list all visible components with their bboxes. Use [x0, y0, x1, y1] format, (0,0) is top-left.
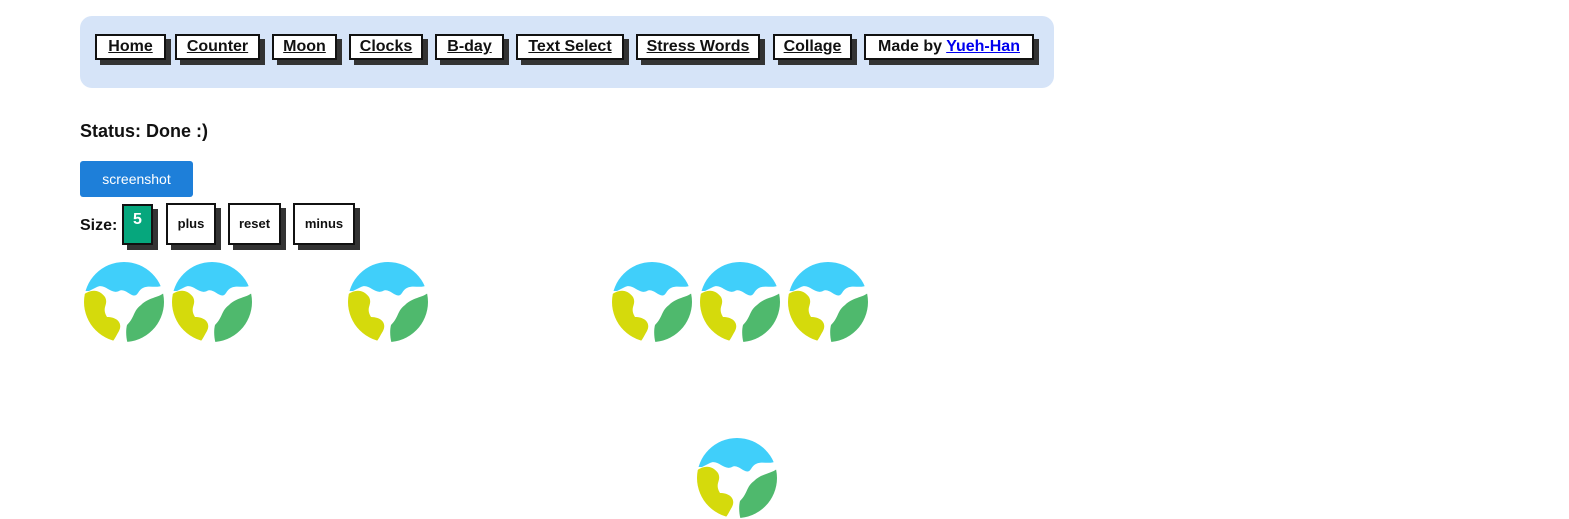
size-label: Size: — [80, 217, 118, 234]
nav-bday-link[interactable]: B-day — [435, 34, 504, 60]
earth-icon — [699, 261, 781, 343]
nav-home-link[interactable]: Home — [95, 34, 166, 60]
minus-button[interactable]: minus — [293, 203, 355, 245]
earth-icon — [83, 261, 165, 343]
made-by-prefix: Made by — [878, 38, 947, 55]
earth-icon — [787, 261, 869, 343]
nav-counter-link[interactable]: Counter — [175, 34, 260, 60]
nav-collage-link[interactable]: Collage — [773, 34, 852, 60]
nav-moon-link[interactable]: Moon — [272, 34, 337, 60]
earth-icon — [611, 261, 693, 343]
author-link[interactable]: Yueh-Han — [946, 38, 1020, 55]
screenshot-button[interactable]: screenshot — [80, 161, 193, 197]
made-by-credit: Made by Yueh-Han — [864, 34, 1034, 60]
nav-clocks-link[interactable]: Clocks — [349, 34, 423, 60]
reset-button[interactable]: reset — [228, 203, 281, 245]
earth-icon — [696, 437, 778, 519]
nav-stress-words-link[interactable]: Stress Words — [636, 34, 760, 60]
status-text: Status: Done :) — [80, 121, 208, 141]
nav-text-select-link[interactable]: Text Select — [516, 34, 624, 60]
plus-button[interactable]: plus — [166, 203, 216, 245]
earth-icon — [171, 261, 253, 343]
size-value: 5 — [122, 204, 153, 245]
nav-bar: Home Counter Moon Clocks B-day Text Sele… — [80, 16, 1054, 88]
earth-icon — [347, 261, 429, 343]
